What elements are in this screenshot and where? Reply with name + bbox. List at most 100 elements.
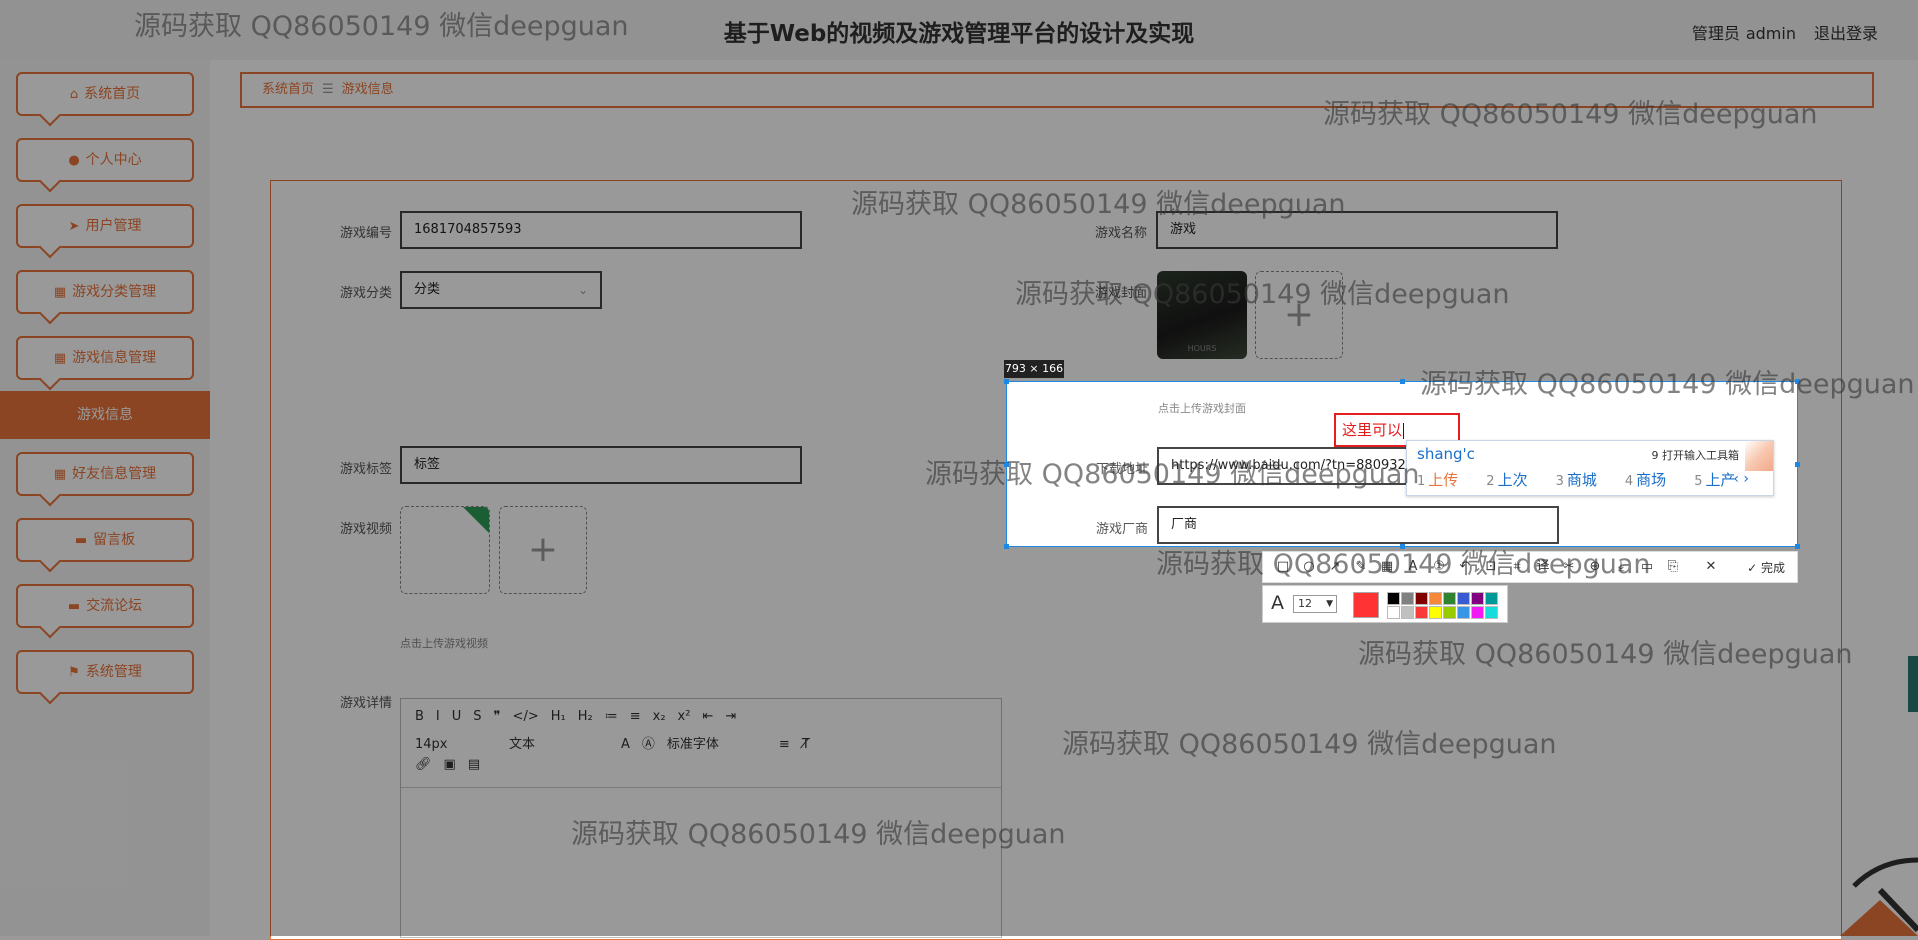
sidebar-item-profile[interactable]: ● 个人中心 xyxy=(16,138,194,182)
pin-icon[interactable]: ⊕ xyxy=(1587,559,1603,575)
color-swatch[interactable] xyxy=(1443,606,1456,619)
sidebar-item-category[interactable]: ▦ 游戏分类管理 xyxy=(16,270,194,314)
align-button[interactable]: ≡ xyxy=(779,737,790,752)
rich-text-editor[interactable]: B I U S ❞ </> H₁ H₂ ≔ ≡ x₂ x² ⇤ ⇥ 14px 文本 A Ⓐ 标准字体 ≡ T̸ 🔗︎ ▣… xyxy=(400,698,1002,938)
rectangle-icon[interactable]: □ xyxy=(1275,559,1291,575)
block-type-select[interactable]: 文本 xyxy=(509,733,609,752)
vendor-input[interactable]: 厂商 xyxy=(1157,506,1559,544)
capture-handle[interactable] xyxy=(1400,379,1405,384)
sidebar-item-messages[interactable]: ▬ 留言板 xyxy=(16,518,194,562)
image-icon[interactable]: ▣ xyxy=(444,757,456,772)
bullet-list-button[interactable]: ≡ xyxy=(630,709,641,724)
color-swatch[interactable] xyxy=(1387,606,1400,619)
sidebar-item-users[interactable]: ➤ 用户管理 xyxy=(16,204,194,248)
mosaic-icon[interactable]: ▦ xyxy=(1379,559,1395,575)
done-button[interactable]: ✓ 完成 xyxy=(1747,559,1785,576)
text-tool-icon[interactable]: A xyxy=(1405,559,1421,575)
color-swatch[interactable] xyxy=(1457,592,1470,605)
sidebar-item-home[interactable]: ⌂ 系统首页 xyxy=(16,72,194,116)
arrow-icon[interactable]: ↗ xyxy=(1327,559,1343,575)
color-swatch[interactable] xyxy=(1485,592,1498,605)
ime-candidate[interactable]: 4 商场 xyxy=(1625,471,1680,489)
screenshot-tool-icon[interactable]: ⊡ xyxy=(1483,559,1499,575)
ellipse-icon[interactable]: ○ xyxy=(1301,559,1317,575)
h1-button[interactable]: H₁ xyxy=(551,709,566,724)
logout-link[interactable]: 退出登录 xyxy=(1814,24,1878,43)
font-color-button[interactable]: A xyxy=(621,737,630,752)
font-family-select[interactable]: 标准字体 xyxy=(667,733,767,752)
editor-content[interactable] xyxy=(401,787,1001,938)
bold-button[interactable]: B xyxy=(415,709,424,724)
capture-handle[interactable] xyxy=(1004,544,1009,549)
tags-input[interactable]: 标签 xyxy=(400,446,802,484)
category-select[interactable]: 分类 ⌄ xyxy=(400,271,602,309)
video-icon[interactable]: ▤ xyxy=(468,757,480,772)
cover-thumbnail[interactable]: HOURS xyxy=(1157,271,1247,359)
ime-toolbox-link[interactable]: 9 打开输入工具箱 xyxy=(1652,447,1740,463)
undo-icon[interactable]: ↶ xyxy=(1457,559,1473,575)
video-thumbnail[interactable] xyxy=(400,506,490,594)
color-swatch[interactable] xyxy=(1429,592,1442,605)
color-swatch[interactable] xyxy=(1443,592,1456,605)
sidebar-subitem-game-info[interactable]: 游戏信息 xyxy=(0,391,210,439)
outdent-button[interactable]: ⇤ xyxy=(702,709,713,724)
superscript-button[interactable]: x² xyxy=(678,709,691,724)
capture-handle[interactable] xyxy=(1795,462,1800,467)
sidebar-item-system[interactable]: ⚑ 系统管理 xyxy=(16,650,194,694)
color-swatch[interactable] xyxy=(1471,606,1484,619)
strike-button[interactable]: S xyxy=(473,709,481,724)
number-icon[interactable]: ① xyxy=(1431,559,1447,575)
save-icon[interactable]: ▭ xyxy=(1639,559,1655,575)
breadcrumb-home[interactable]: 系统首页 xyxy=(262,82,314,97)
color-swatch[interactable] xyxy=(1401,606,1414,619)
video-upload-button[interactable]: + xyxy=(499,506,587,594)
game-no-input[interactable]: 1681704857593 xyxy=(400,211,802,249)
editor-toolbar-row-1: B I U S ❞ </> H₁ H₂ ≔ ≡ x₂ x² ⇤ ⇥ xyxy=(415,709,748,724)
color-swatch[interactable] xyxy=(1387,592,1400,605)
color-swatch[interactable] xyxy=(1415,606,1428,619)
h2-button[interactable]: H₂ xyxy=(578,709,593,724)
cover-upload-button[interactable]: + xyxy=(1255,271,1343,359)
close-icon[interactable]: ✕ xyxy=(1703,559,1719,575)
capture-handle[interactable] xyxy=(1004,379,1009,384)
subscript-button[interactable]: x₂ xyxy=(653,709,666,724)
color-swatch[interactable] xyxy=(1485,606,1498,619)
pen-icon[interactable]: ✎ xyxy=(1353,559,1369,575)
sidebar-item-friends[interactable]: ▦ 好友信息管理 xyxy=(16,452,194,496)
translate-icon[interactable]: 译 xyxy=(1535,559,1551,575)
side-widget[interactable] xyxy=(1908,656,1918,712)
ime-candidate[interactable]: 3 商城 xyxy=(1556,471,1611,489)
ime-page-nav[interactable]: ‹ › xyxy=(1733,471,1749,487)
scissors-icon[interactable]: ✂ xyxy=(1561,559,1577,575)
highlight-button[interactable]: Ⓐ xyxy=(642,733,655,752)
color-swatch[interactable] xyxy=(1471,592,1484,605)
font-size-dropdown[interactable]: 12 ▼ xyxy=(1293,595,1337,613)
quote-button[interactable]: ❞ xyxy=(494,709,501,724)
crop-icon[interactable]: ⌗ xyxy=(1509,559,1525,575)
italic-button[interactable]: I xyxy=(436,709,440,724)
underline-button[interactable]: U xyxy=(452,709,462,724)
capture-handle[interactable] xyxy=(1400,544,1405,549)
ordered-list-button[interactable]: ≔ xyxy=(605,709,618,724)
sidebar: ⌂ 系统首页 ● 个人中心 ➤ 用户管理 ▦ 游戏分类管理 ▦ 游戏信息管理 游戏信息 ▦… xyxy=(0,60,210,936)
game-name-input[interactable]: 游戏 xyxy=(1156,211,1558,249)
color-swatch[interactable] xyxy=(1401,592,1414,605)
ime-candidate[interactable]: 2 上次 xyxy=(1486,471,1541,489)
code-button[interactable]: </> xyxy=(513,709,539,724)
sidebar-item-forum[interactable]: ▬ 交流论坛 xyxy=(16,584,194,628)
color-swatch[interactable] xyxy=(1415,592,1428,605)
capture-handle[interactable] xyxy=(1004,462,1009,467)
ime-candidate[interactable]: 1 上传 xyxy=(1417,471,1472,489)
clear-format-button[interactable]: T̸ xyxy=(802,737,810,752)
capture-handle[interactable] xyxy=(1795,379,1800,384)
current-color-swatch[interactable] xyxy=(1353,592,1379,618)
link-icon[interactable]: 🔗︎ xyxy=(415,757,432,772)
download-icon[interactable]: ⤓ xyxy=(1613,559,1629,575)
color-swatch[interactable] xyxy=(1429,606,1442,619)
indent-button[interactable]: ⇥ xyxy=(725,709,736,724)
capture-handle[interactable] xyxy=(1795,544,1800,549)
copy-icon[interactable]: ⎘ xyxy=(1665,559,1681,575)
sidebar-item-game-info[interactable]: ▦ 游戏信息管理 xyxy=(16,336,194,380)
color-swatch[interactable] xyxy=(1457,606,1470,619)
font-size-select[interactable]: 14px xyxy=(415,737,497,752)
